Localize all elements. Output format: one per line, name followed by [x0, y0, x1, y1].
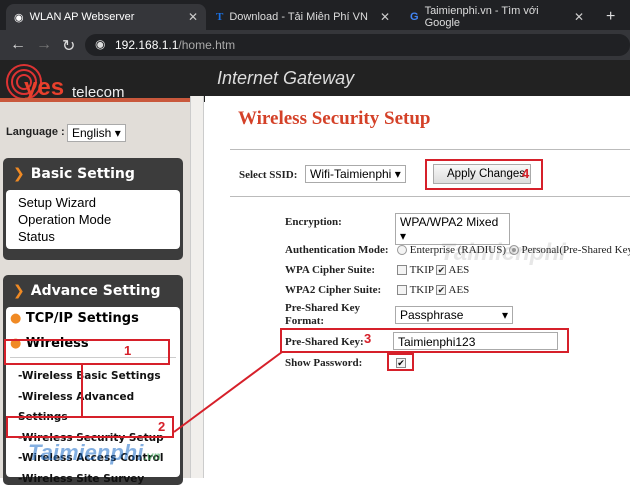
watermark-bottom: Taimienphi.vn: [28, 440, 161, 466]
annotation-lines: [0, 0, 630, 478]
